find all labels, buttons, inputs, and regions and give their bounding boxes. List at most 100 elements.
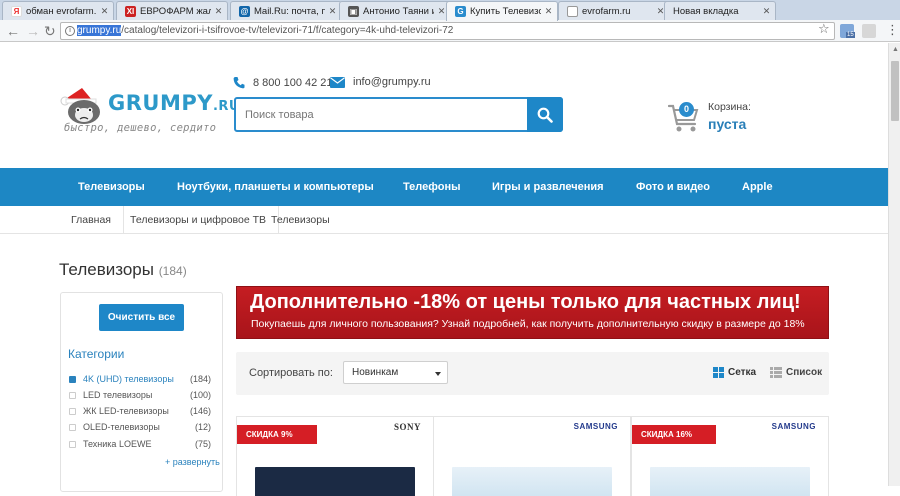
phone-number: 8 800 100 42 21 [253, 76, 333, 89]
url-input[interactable]: i grumpy.ru/catalog/televizori-i-tsifrov… [60, 22, 835, 40]
view-list-button[interactable]: Список [770, 367, 822, 378]
page-icon [567, 5, 578, 17]
brand-logo: SAMSUNG [771, 422, 816, 431]
scrollbar-thumb[interactable] [891, 61, 899, 121]
browser-tab-7[interactable]: Новая вкладка ✕ [664, 1, 776, 20]
browser-tab-6[interactable]: evrofarm.ru ✕ [558, 1, 670, 20]
nav-item-apple[interactable]: Apple [742, 181, 773, 193]
grid-icon [713, 367, 724, 378]
sort-toolbar: Сортировать по: Новинкам Сетка Список [236, 352, 829, 395]
page-scrollbar[interactable]: ▲ [888, 43, 900, 486]
cart-count-badge: 0 [679, 102, 694, 117]
nav-item-tvs[interactable]: Телевизоры [78, 181, 145, 193]
checkbox[interactable] [69, 408, 76, 415]
product-card[interactable]: СКИДКА 16% SAMSUNG [631, 416, 829, 496]
grumpy-icon: G [455, 6, 466, 17]
breadcrumb-current: Телевизоры [271, 214, 330, 226]
close-icon[interactable]: ✕ [214, 6, 223, 17]
browser-tab-2[interactable]: XI ЕВРОФАРМ жалоб ✕ [116, 1, 228, 20]
tab-title: обман evrofarm.ru [26, 5, 97, 17]
news-icon: ▣ [348, 5, 359, 17]
category-filter-lcd-led[interactable]: ЖК LED-телевизоры (146) [69, 405, 211, 419]
filter-sidebar: Очистить все Категории 4K (UHD) телевизо… [60, 292, 223, 492]
category-filter-oled[interactable]: OLED-телевизоры (12) [69, 421, 211, 435]
chevron-down-icon [435, 372, 441, 376]
close-icon[interactable]: ✕ [437, 6, 446, 17]
checkbox[interactable] [69, 441, 76, 448]
nav-item-photo-video[interactable]: Фото и видео [636, 181, 710, 193]
close-icon[interactable]: ✕ [762, 6, 771, 17]
browser-address-bar: ← → ↻ i grumpy.ru/catalog/televizori-i-t… [0, 20, 900, 42]
mailru-icon: @ [239, 5, 250, 17]
browser-tabbar: Я обман evrofarm.ru ✕ XI ЕВРОФАРМ жалоб … [0, 0, 900, 21]
browser-tab-3[interactable]: @ Mail.Ru: почта, пои ✕ [230, 1, 342, 20]
breadcrumb-tv-digital[interactable]: Телевизоры и цифровое ТВ [118, 206, 280, 234]
info-icon[interactable]: i [65, 26, 75, 36]
checkbox[interactable] [69, 424, 76, 431]
discount-badge: СКИДКА 9% [237, 425, 317, 444]
nav-item-phones[interactable]: Телефоны [403, 181, 461, 193]
product-grid: СКИДКА 9% SONY SAMSUNG СКИДКА 16% SAMSUN… [236, 416, 829, 496]
phone-contact[interactable]: 8 800 100 42 21 [233, 76, 333, 89]
breadcrumb: Главная Телевизоры и цифровое ТВ Телевиз… [0, 206, 888, 234]
forward-arrow-icon[interactable]: → [26, 23, 40, 39]
close-icon[interactable]: ✕ [544, 6, 553, 17]
view-grid-button[interactable]: Сетка [713, 367, 756, 378]
promo-headline: Дополнительно -18% от цены только для ча… [250, 291, 801, 313]
logo-slogan: быстро, дешево, сердито [64, 122, 217, 134]
search-button[interactable] [527, 97, 563, 132]
breadcrumb-home[interactable]: Главная [59, 206, 124, 234]
checkbox[interactable] [69, 392, 76, 399]
tab-title: ЕВРОФАРМ жалоб [140, 5, 211, 17]
main-navigation: Телевизоры Ноутбуки, планшеты и компьюте… [0, 168, 888, 206]
clear-filters-button[interactable]: Очистить все [99, 304, 184, 331]
brand-logo: SONY [393, 422, 421, 432]
yandex-icon: Я [11, 5, 22, 17]
sort-select[interactable]: Новинкам [343, 361, 448, 384]
product-image[interactable] [650, 467, 810, 496]
product-count: (184) [158, 264, 187, 278]
tab-title: Купить Телевизоры [470, 6, 541, 17]
back-arrow-icon[interactable]: ← [6, 23, 20, 39]
category-filter-4k[interactable]: 4K (UHD) телевизоры (184) [69, 373, 211, 387]
expand-categories-link[interactable]: + развернуть [165, 457, 220, 467]
reload-icon[interactable]: ↻ [44, 23, 56, 39]
extension-2-icon[interactable] [862, 24, 876, 38]
scroll-up-icon[interactable]: ▲ [892, 46, 899, 53]
category-filter-led[interactable]: LED телевизоры (100) [69, 389, 211, 403]
tab-title: Новая вкладка [673, 5, 739, 17]
browser-tab-5-active[interactable]: G Купить Телевизоры ✕ [446, 1, 558, 21]
promo-banner[interactable]: Дополнительно -18% от цены только для ча… [236, 286, 829, 339]
brand-logo: SAMSUNG [573, 422, 618, 431]
product-image[interactable] [452, 467, 612, 496]
email-address: info@grumpy.ru [353, 76, 431, 88]
url-host: grumpy.ru [77, 25, 122, 36]
otzovik-icon: XI [125, 5, 136, 17]
product-card[interactable]: СКИДКА 9% SONY [236, 416, 434, 496]
cart-status: пуста [708, 116, 747, 132]
sort-label: Сортировать по: [249, 367, 333, 379]
search-input[interactable] [236, 99, 528, 130]
category-filter-loewe[interactable]: Техника LOEWE (75) [69, 438, 211, 452]
browser-tab-4[interactable]: ▣ Антонио Таяни из ✕ [339, 1, 451, 20]
tab-title: Антонио Таяни из [363, 5, 434, 17]
nav-item-laptops[interactable]: Ноутбуки, планшеты и компьютеры [177, 181, 374, 193]
extension-badge: 15 [846, 32, 855, 38]
close-icon[interactable]: ✕ [328, 6, 337, 17]
bookmark-star-icon[interactable]: ☆ [818, 21, 830, 37]
nav-item-games[interactable]: Игры и развлечения [492, 181, 604, 193]
product-card[interactable]: SAMSUNG [433, 416, 631, 496]
browser-tab-1[interactable]: Я обман evrofarm.ru ✕ [2, 1, 114, 20]
menu-icon[interactable]: ⋮ [886, 23, 899, 37]
page-title: Телевизоры (184) [59, 260, 187, 279]
cart-widget[interactable]: 0 Корзина: пуста [668, 100, 758, 136]
tab-title: evrofarm.ru [582, 5, 631, 17]
close-icon[interactable]: ✕ [100, 6, 109, 17]
promo-subtext: Покупаешь для личного пользования? Узнай… [251, 318, 805, 330]
product-image[interactable] [255, 467, 415, 496]
site-logo[interactable]: GRUMPY.RU быстро, дешево, сердито [58, 84, 239, 136]
checkbox-checked[interactable] [69, 376, 76, 383]
email-contact[interactable]: info@grumpy.ru [330, 76, 431, 88]
discount-badge: СКИДКА 16% [632, 425, 717, 444]
tab-title: Mail.Ru: почта, пои [254, 5, 325, 17]
